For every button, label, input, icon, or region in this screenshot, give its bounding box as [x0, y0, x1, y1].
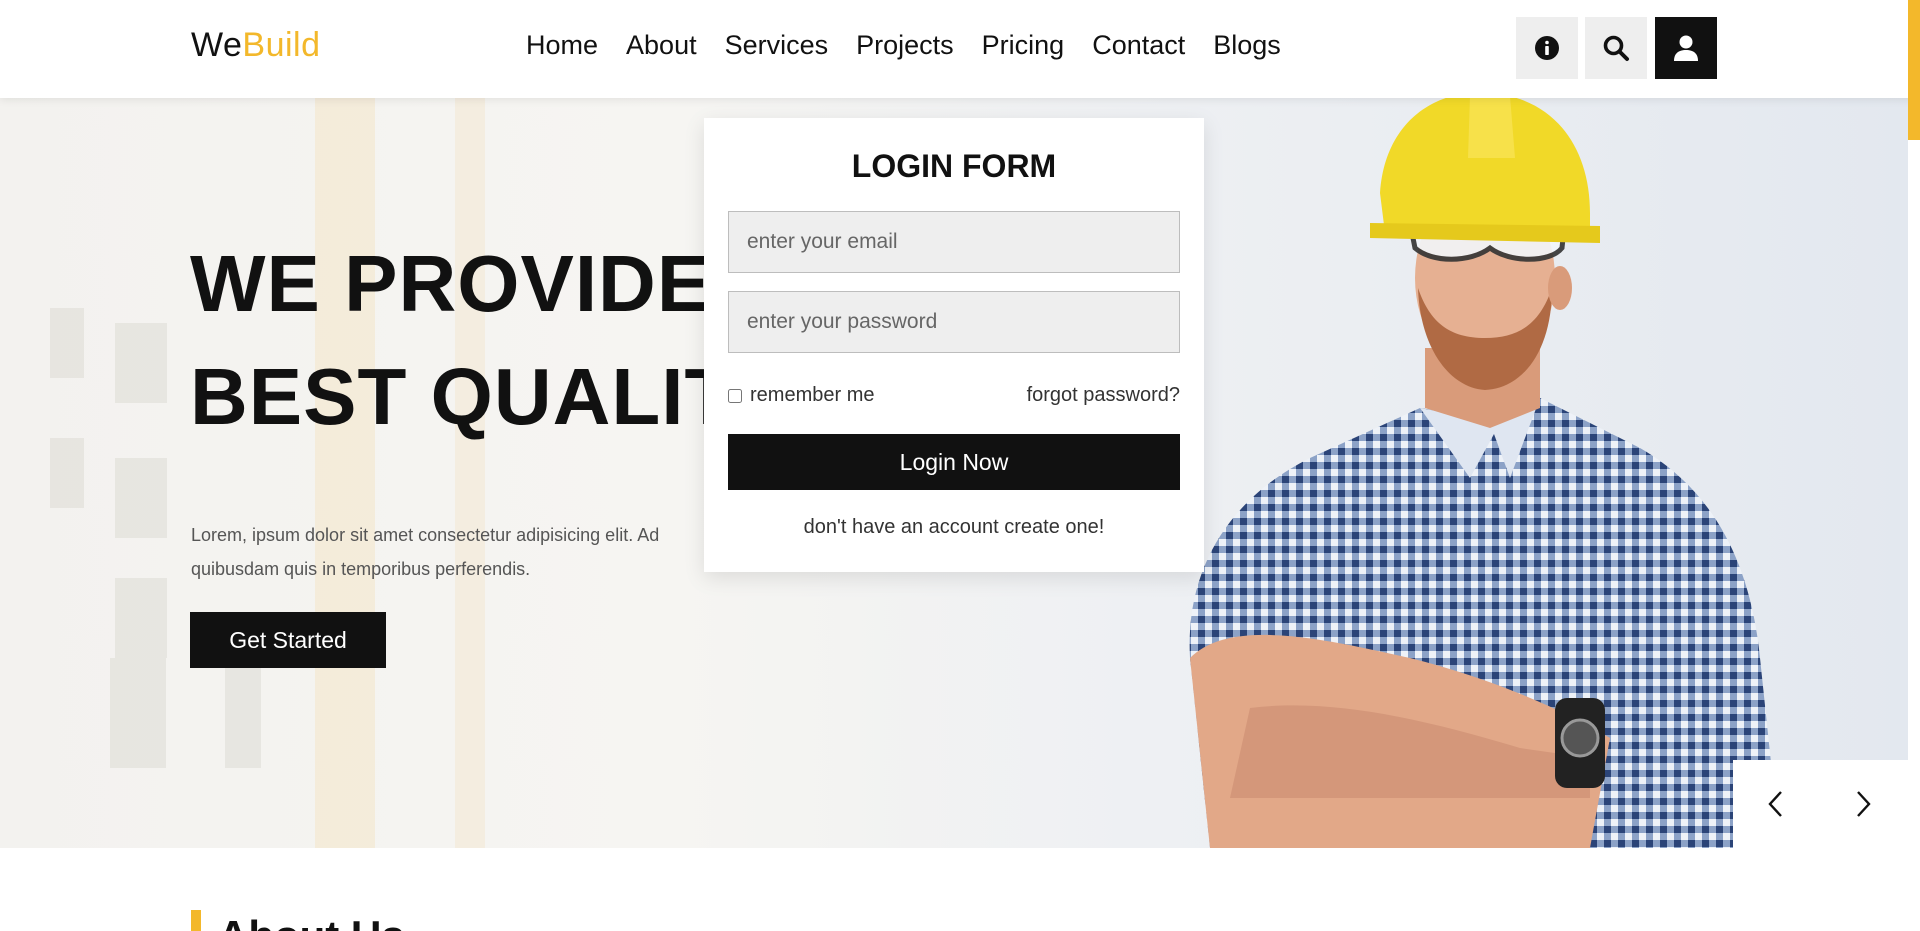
- prev-slide-button[interactable]: [1754, 782, 1798, 826]
- main-nav: Home About Services Projects Pricing Con…: [526, 30, 1281, 61]
- background-accent: [315, 98, 375, 848]
- search-icon: [1603, 35, 1629, 61]
- hero-heading-line1: WE PROVIDE: [190, 239, 712, 328]
- worker-photo: [1189, 98, 1780, 848]
- brand-logo[interactable]: WeBuild: [191, 26, 321, 65]
- email-field[interactable]: [728, 211, 1180, 273]
- building-window: [115, 578, 167, 658]
- chevron-right-icon: [1857, 791, 1871, 817]
- nav-services[interactable]: Services: [725, 30, 829, 61]
- about-heading-accent: [191, 910, 201, 931]
- user-icon: [1674, 35, 1698, 61]
- info-icon: [1535, 36, 1559, 60]
- login-title: LOGIN FORM: [851, 148, 1057, 184]
- brand-part2: Build: [242, 26, 321, 64]
- background-accent: [455, 98, 485, 848]
- nav-pricing[interactable]: Pricing: [982, 30, 1065, 61]
- get-started-button[interactable]: Get Started: [190, 612, 386, 668]
- brand-part1: We: [191, 26, 243, 64]
- login-form: LOGIN FORM remember me forgot password? …: [704, 118, 1204, 572]
- building-window: [110, 658, 166, 768]
- chevron-left-icon: [1768, 791, 1782, 817]
- slider-controls: [1733, 760, 1908, 848]
- hero-heading-line2: BEST QUALITY: [190, 352, 789, 441]
- next-slide-button[interactable]: [1841, 782, 1885, 826]
- scrollbar-thumb[interactable]: [1908, 0, 1920, 140]
- password-field[interactable]: [728, 291, 1180, 353]
- nav-home[interactable]: Home: [526, 30, 598, 61]
- login-button[interactable]: Login Now: [728, 434, 1180, 490]
- create-account-link[interactable]: don't have an account create one!: [704, 516, 1204, 539]
- nav-contact[interactable]: Contact: [1092, 30, 1185, 61]
- building-window: [115, 323, 167, 403]
- forgot-password-link[interactable]: forgot password?: [1027, 384, 1180, 407]
- remember-me[interactable]: remember me: [728, 384, 874, 407]
- site-header: WeBuild Home About Services Projects Pri…: [0, 0, 1920, 98]
- about-heading: About Us: [218, 906, 405, 931]
- building-window: [115, 458, 167, 538]
- search-button[interactable]: [1585, 17, 1647, 79]
- building-window: [50, 438, 84, 508]
- remember-checkbox[interactable]: [728, 388, 742, 403]
- nav-projects[interactable]: Projects: [856, 30, 954, 61]
- user-button[interactable]: [1655, 17, 1717, 79]
- nav-blogs[interactable]: Blogs: [1213, 30, 1281, 61]
- nav-about[interactable]: About: [626, 30, 697, 61]
- building-window: [225, 668, 261, 768]
- remember-label: remember me: [750, 384, 875, 406]
- building-window: [50, 308, 84, 378]
- hero-description: Lorem, ipsum dolor sit amet consectetur …: [191, 525, 660, 579]
- info-button[interactable]: [1516, 17, 1578, 79]
